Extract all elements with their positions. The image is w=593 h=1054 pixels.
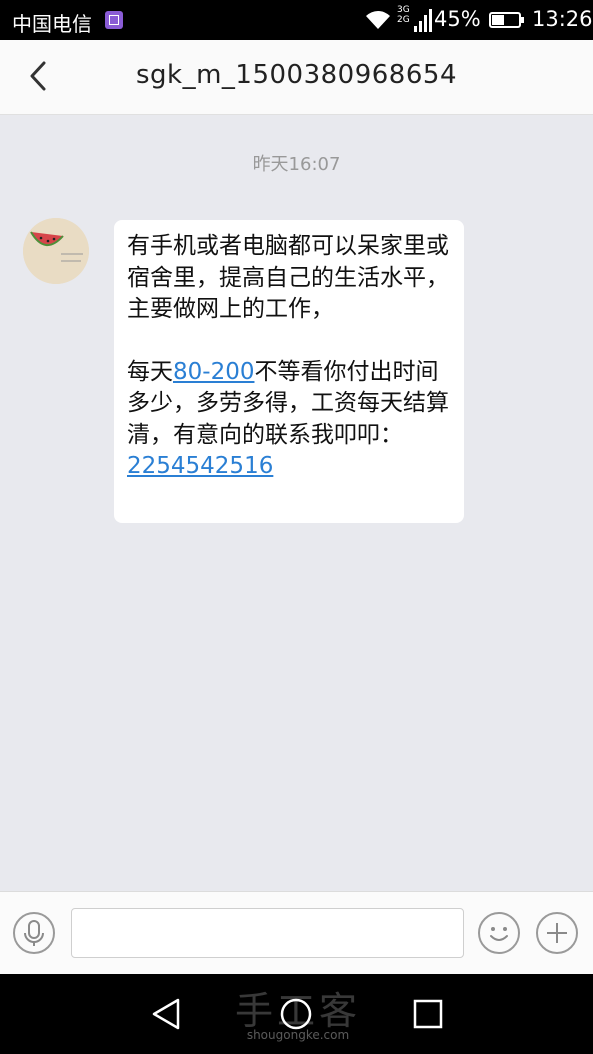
message-text-prefix: 每天 xyxy=(127,358,173,385)
clock: 13:26 xyxy=(532,7,593,31)
message-input-bar xyxy=(0,891,593,975)
wifi-icon xyxy=(366,11,390,29)
smiley-icon xyxy=(490,927,508,941)
message-text-part2: 每天80-200不等看你付出时间多少，多劳多得，工资每天结算清，有意向的联系我叩… xyxy=(127,357,450,483)
gallery-notification-icon xyxy=(105,11,123,29)
conversation-header: sgk_m_1500380968654 xyxy=(0,40,593,115)
contact-title: sgk_m_1500380968654 xyxy=(136,60,457,90)
message-timestamp: 昨天16:07 xyxy=(252,154,341,175)
add-attachment-button[interactable] xyxy=(536,912,578,954)
carrier-label: 中国电信 xyxy=(12,12,92,36)
amount-link[interactable]: 80-200 xyxy=(173,359,254,385)
message-bubble[interactable]: 有手机或者电脑都可以呆家里或宿舍里，提高自己的生活水平，主要做网上的工作， 每天… xyxy=(114,220,464,523)
avatar[interactable] xyxy=(23,218,89,284)
battery-percent: 45% xyxy=(434,7,481,31)
emoji-button[interactable] xyxy=(478,912,520,954)
message-text-part1: 有手机或者电脑都可以呆家里或宿舍里，提高自己的生活水平，主要做网上的工作， xyxy=(127,233,449,322)
microphone-icon xyxy=(24,920,44,946)
voice-button[interactable] xyxy=(13,912,55,954)
plus-icon xyxy=(547,923,567,943)
watermelon-avatar-icon xyxy=(23,218,89,284)
nav-back-icon[interactable] xyxy=(148,996,184,1032)
navigation-bar: 手工客 shougongke.com xyxy=(0,974,593,1054)
signal-icon xyxy=(414,9,432,32)
nav-recent-apps-icon[interactable] xyxy=(410,996,446,1032)
nav-home-icon[interactable] xyxy=(278,996,314,1032)
contact-number-link[interactable]: 2254542516 xyxy=(127,453,273,479)
battery-icon xyxy=(489,12,524,28)
status-bar: 中国电信 3G 2G 45% 13:26 xyxy=(0,0,593,40)
message-input[interactable] xyxy=(71,908,464,958)
